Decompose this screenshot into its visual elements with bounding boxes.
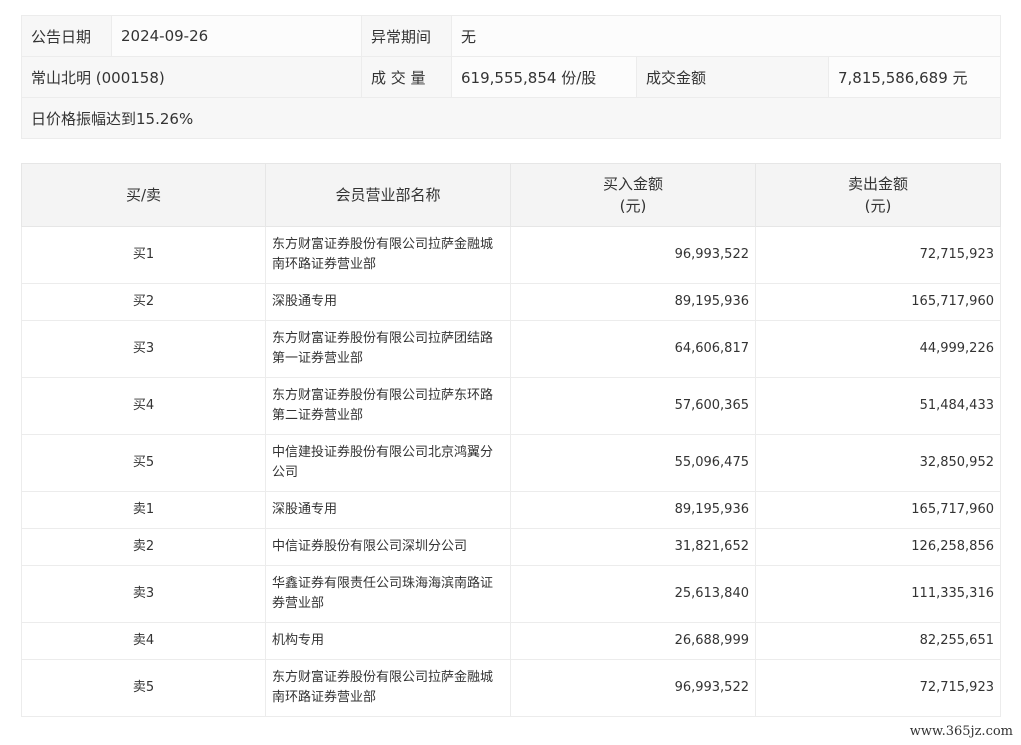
header-buy-amount: 买入金额 (元) bbox=[510, 163, 756, 227]
info-row-date: 公告日期 2024-09-26 异常期间 无 bbox=[21, 15, 1002, 57]
stock-name: 常山北明 (000158) bbox=[21, 56, 362, 98]
row-sell-amount: 51,484,433 bbox=[755, 377, 1001, 435]
row-buy-amount: 26,688,999 bbox=[510, 622, 756, 660]
page: 公告日期 2024-09-26 异常期间 无 常山北明 (000158) 成 交… bbox=[0, 0, 1021, 745]
row-side: 买4 bbox=[21, 377, 266, 435]
header-sell-line1: 卖出金额 bbox=[847, 175, 908, 193]
trade-table: 买/卖 会员营业部名称 买入金额 (元) 卖出金额 (元) 买1 东方财富证券股… bbox=[21, 163, 1001, 717]
row-side: 买1 bbox=[21, 226, 266, 284]
row-buy-amount: 89,195,936 bbox=[510, 491, 756, 529]
table-row: 卖1 深股通专用 89,195,936 165,717,960 bbox=[21, 491, 1001, 529]
table-row: 买3 东方财富证券股份有限公司拉萨团结路第一证券营业部 64,606,817 4… bbox=[21, 320, 1001, 378]
row-side: 卖2 bbox=[21, 528, 266, 566]
abnormal-period-label: 异常期间 bbox=[361, 15, 452, 57]
table-row: 买2 深股通专用 89,195,936 165,717,960 bbox=[21, 283, 1001, 321]
info-row-reason: 日价格振幅达到15.26% bbox=[20, 97, 1002, 139]
row-buy-amount: 31,821,652 bbox=[510, 528, 756, 566]
date-label: 公告日期 bbox=[21, 15, 112, 57]
row-buy-amount: 57,600,365 bbox=[510, 377, 756, 435]
volume-label: 成 交 量 bbox=[361, 56, 452, 98]
info-row-stock: 常山北明 (000158) 成 交 量 619,555,854 份/股 成交金额… bbox=[21, 56, 1002, 98]
row-member-name: 东方财富证券股份有限公司拉萨金融城南环路证券营业部 bbox=[265, 659, 511, 717]
row-member-name: 深股通专用 bbox=[265, 491, 511, 529]
row-buy-amount: 55,096,475 bbox=[510, 434, 756, 492]
header-sell-line2: (元) bbox=[864, 197, 892, 215]
abnormal-period-value: 无 bbox=[450, 15, 1002, 57]
announcement-info-table: 公告日期 2024-09-26 异常期间 无 常山北明 (000158) 成 交… bbox=[20, 15, 1002, 139]
date-value: 2024-09-26 bbox=[111, 15, 362, 57]
table-row: 卖5 东方财富证券股份有限公司拉萨金融城南环路证券营业部 96,993,522 … bbox=[21, 659, 1001, 717]
header-buy-line1: 买入金额 bbox=[602, 175, 663, 193]
row-member-name: 机构专用 bbox=[265, 622, 511, 660]
table-row: 买1 东方财富证券股份有限公司拉萨金融城南环路证券营业部 96,993,522 … bbox=[21, 226, 1001, 284]
row-buy-amount: 64,606,817 bbox=[510, 320, 756, 378]
row-member-name: 中信建投证券股份有限公司北京鸿翼分公司 bbox=[265, 434, 511, 492]
amount-label: 成交金额 bbox=[636, 56, 829, 98]
row-sell-amount: 44,999,226 bbox=[755, 320, 1001, 378]
site-watermark: www.365jz.com bbox=[907, 724, 1015, 739]
row-member-name: 华鑫证券有限责任公司珠海海滨南路证券营业部 bbox=[265, 565, 511, 623]
row-sell-amount: 126,258,856 bbox=[755, 528, 1001, 566]
row-side: 买5 bbox=[21, 434, 266, 492]
row-sell-amount: 72,715,923 bbox=[755, 226, 1001, 284]
table-row: 卖2 中信证券股份有限公司深圳分公司 31,821,652 126,258,85… bbox=[21, 528, 1001, 566]
header-side: 买/卖 bbox=[21, 163, 266, 227]
row-member-name: 东方财富证券股份有限公司拉萨团结路第一证券营业部 bbox=[265, 320, 511, 378]
row-sell-amount: 82,255,651 bbox=[755, 622, 1001, 660]
row-buy-amount: 96,993,522 bbox=[510, 226, 756, 284]
table-row: 卖3 华鑫证券有限责任公司珠海海滨南路证券营业部 25,613,840 111,… bbox=[21, 565, 1001, 623]
row-sell-amount: 165,717,960 bbox=[755, 491, 1001, 529]
row-side: 卖1 bbox=[21, 491, 266, 529]
row-member-name: 东方财富证券股份有限公司拉萨东环路第二证券营业部 bbox=[265, 377, 511, 435]
header-member-name: 会员营业部名称 bbox=[265, 163, 511, 227]
header-buy-line2: (元) bbox=[619, 197, 647, 215]
table-row: 买4 东方财富证券股份有限公司拉萨东环路第二证券营业部 57,600,365 5… bbox=[21, 377, 1001, 435]
row-member-name: 东方财富证券股份有限公司拉萨金融城南环路证券营业部 bbox=[265, 226, 511, 284]
volume-value: 619,555,854 份/股 bbox=[451, 56, 637, 98]
row-buy-amount: 25,613,840 bbox=[510, 565, 756, 623]
reason-text: 日价格振幅达到15.26% bbox=[20, 97, 1002, 139]
row-sell-amount: 72,715,923 bbox=[755, 659, 1001, 717]
row-side: 卖5 bbox=[21, 659, 266, 717]
row-sell-amount: 32,850,952 bbox=[755, 434, 1001, 492]
row-side: 卖4 bbox=[21, 622, 266, 660]
row-side: 卖3 bbox=[21, 565, 266, 623]
header-sell-amount: 卖出金额 (元) bbox=[755, 163, 1001, 227]
row-member-name: 深股通专用 bbox=[265, 283, 511, 321]
table-row: 买5 中信建投证券股份有限公司北京鸿翼分公司 55,096,475 32,850… bbox=[21, 434, 1001, 492]
row-side: 买3 bbox=[21, 320, 266, 378]
row-side: 买2 bbox=[21, 283, 266, 321]
row-sell-amount: 165,717,960 bbox=[755, 283, 1001, 321]
table-row: 卖4 机构专用 26,688,999 82,255,651 bbox=[21, 622, 1001, 660]
row-sell-amount: 111,335,316 bbox=[755, 565, 1001, 623]
row-buy-amount: 89,195,936 bbox=[510, 283, 756, 321]
row-member-name: 中信证券股份有限公司深圳分公司 bbox=[265, 528, 511, 566]
amount-value: 7,815,586,689 元 bbox=[827, 56, 1002, 98]
row-buy-amount: 96,993,522 bbox=[510, 659, 756, 717]
trade-table-header: 买/卖 会员营业部名称 买入金额 (元) 卖出金额 (元) bbox=[21, 163, 1001, 227]
